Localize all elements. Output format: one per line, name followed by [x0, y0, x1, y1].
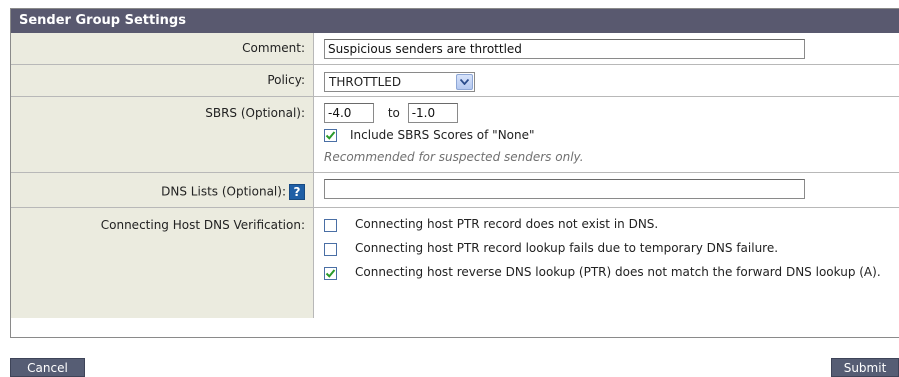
cancel-button[interactable]: Cancel	[10, 358, 85, 377]
sbrs-hint: Recommended for suspected senders only.	[324, 150, 584, 164]
checkmark-icon	[325, 269, 336, 278]
sender-group-settings-panel: Sender Group Settings Comment: Suspiciou…	[10, 8, 899, 338]
panel-title: Sender Group Settings	[11, 9, 899, 33]
ptr-temp-fail-label: Connecting host PTR record lookup fails …	[355, 241, 779, 255]
policy-select[interactable]: THROTTLED	[324, 72, 475, 92]
ptr-missing-checkbox[interactable]	[324, 219, 337, 232]
dns-lists-input[interactable]	[324, 179, 805, 199]
comment-label: Comment:	[11, 33, 314, 64]
include-none-checkbox[interactable]	[324, 128, 337, 142]
dns-lists-label: DNS Lists (Optional):	[161, 184, 286, 199]
dns-lists-row: DNS Lists (Optional):?	[11, 172, 899, 207]
include-none-option: Include SBRS Scores of "None"	[324, 125, 899, 145]
sbrs-min-input[interactable]: -4.0	[324, 103, 374, 123]
checkmark-icon	[325, 130, 336, 140]
ptr-temp-fail-checkbox[interactable]	[324, 243, 337, 256]
include-none-label: Include SBRS Scores of "None"	[350, 128, 535, 142]
ptr-mismatch-label: Connecting host reverse DNS lookup (PTR)…	[355, 265, 881, 279]
host-option-ptr-missing: Connecting host PTR record does not exis…	[324, 217, 899, 232]
sbrs-to-label: to	[387, 106, 400, 120]
chevron-down-icon[interactable]	[456, 74, 473, 90]
comment-input[interactable]: Suspicious senders are throttled	[324, 39, 805, 59]
sbrs-max-input[interactable]: -1.0	[407, 103, 458, 123]
policy-label: Policy:	[11, 65, 314, 96]
host-verification-label: Connecting Host DNS Verification:	[11, 208, 314, 318]
policy-row: Policy: THROTTLED	[11, 64, 899, 96]
policy-select-value: THROTTLED	[329, 75, 402, 89]
ptr-mismatch-checkbox[interactable]	[324, 267, 337, 280]
host-verification-row: Connecting Host DNS Verification: Connec…	[11, 207, 899, 318]
host-option-ptr-temp-fail: Connecting host PTR record lookup fails …	[324, 241, 899, 256]
help-icon[interactable]: ?	[289, 184, 305, 200]
host-option-ptr-mismatch: Connecting host reverse DNS lookup (PTR)…	[324, 265, 899, 280]
sbrs-label: SBRS (Optional):	[11, 97, 314, 172]
sbrs-row: SBRS (Optional): -4.0 to -1.0 Include SB…	[11, 96, 899, 172]
comment-row: Comment: Suspicious senders are throttle…	[11, 33, 899, 64]
ptr-missing-label: Connecting host PTR record does not exis…	[355, 217, 659, 231]
submit-button[interactable]: Submit	[831, 358, 899, 377]
